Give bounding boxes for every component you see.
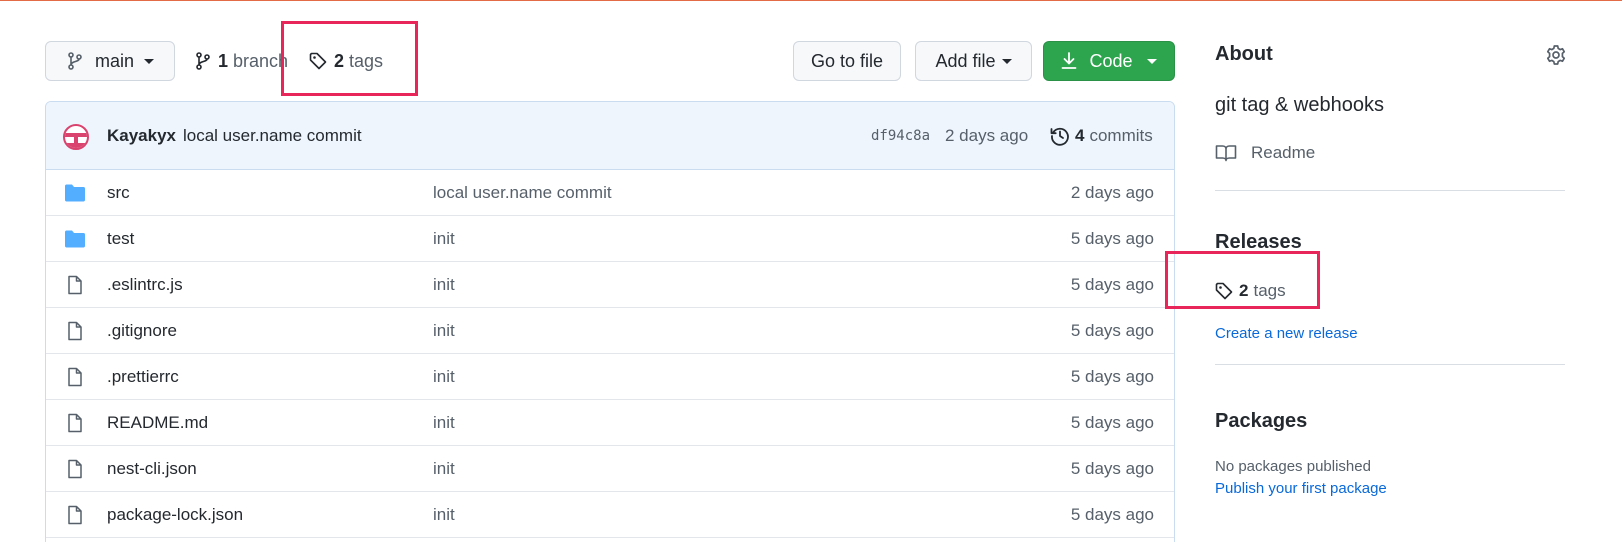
branches-link[interactable]: 1 branch — [195, 41, 288, 81]
commits-label: commits — [1089, 125, 1153, 145]
git-branch-icon — [68, 52, 82, 70]
file-icon — [68, 367, 82, 387]
commit-message[interactable]: local user.name commit — [183, 126, 362, 146]
table-row[interactable]: .gitignore init 5 days ago — [46, 308, 1174, 354]
file-commit-message[interactable]: init — [433, 413, 455, 433]
commit-author[interactable]: Kayakyx — [107, 126, 176, 146]
file-commit-message[interactable]: init — [433, 321, 455, 341]
history-icon — [1050, 127, 1069, 146]
commits-link[interactable]: 4 commits — [1050, 126, 1153, 146]
table-row[interactable]: package-lock.json init 5 days ago — [46, 492, 1174, 538]
table-row[interactable]: .prettierrc init 5 days ago — [46, 354, 1174, 400]
sidebar-divider — [1215, 190, 1565, 191]
publish-package-link[interactable]: Publish your first package — [1215, 480, 1387, 497]
create-release-link[interactable]: Create a new release — [1215, 325, 1358, 342]
code-button[interactable]: Code — [1043, 41, 1175, 81]
file-commit-message[interactable]: init — [433, 459, 455, 479]
file-icon — [68, 275, 82, 295]
file-age: 5 days ago — [1070, 458, 1154, 478]
sidebar-divider — [1215, 364, 1565, 365]
no-packages-text: No packages published — [1215, 458, 1371, 475]
file-name[interactable]: .gitignore — [107, 321, 177, 341]
file-icon — [68, 459, 82, 479]
commit-sha[interactable]: df94c8a — [871, 128, 930, 144]
git-branch-icon — [196, 52, 210, 70]
code-label: Code — [1089, 50, 1133, 71]
file-commit-message[interactable]: init — [433, 505, 455, 525]
file-icon — [68, 413, 82, 433]
branch-name: main — [95, 50, 135, 71]
latest-commit-bar: Kayakyx local user.name commit df94c8a 2… — [46, 102, 1174, 170]
repo-toolbar: main 1 branch 2 tags Go to file Add file… — [45, 41, 1175, 81]
file-name[interactable]: test — [107, 229, 134, 249]
download-icon — [1062, 52, 1077, 69]
packages-heading[interactable]: Packages — [1215, 410, 1307, 433]
table-row[interactable]: test init 5 days ago — [46, 216, 1174, 262]
file-commit-message[interactable]: init — [433, 229, 455, 249]
folder-icon — [65, 230, 85, 248]
highlight-box-releases-tags — [1165, 251, 1320, 309]
file-name[interactable]: README.md — [107, 413, 208, 433]
go-to-file-label: Go to file — [810, 50, 884, 71]
go-to-file-button[interactable]: Go to file — [793, 41, 901, 81]
file-age: 5 days ago — [1070, 504, 1154, 524]
file-commit-message[interactable]: init — [433, 275, 455, 295]
file-commit-message[interactable]: local user.name commit — [433, 183, 612, 203]
about-description: git tag & webhooks — [1215, 94, 1384, 116]
table-row[interactable]: README.md init 5 days ago — [46, 400, 1174, 446]
file-name[interactable]: .prettierrc — [107, 367, 179, 387]
file-commit-message[interactable]: init — [433, 367, 455, 387]
add-file-label: Add file — [935, 50, 996, 71]
file-name[interactable]: nest-cli.json — [107, 459, 197, 479]
chevron-down-icon — [1146, 58, 1157, 64]
file-age: 5 days ago — [1070, 320, 1154, 340]
table-row[interactable]: .eslintrc.js init 5 days ago — [46, 262, 1174, 308]
highlight-box-tags — [281, 21, 418, 96]
about-heading: About — [1215, 43, 1273, 65]
file-age: 2 days ago — [1070, 182, 1154, 202]
file-list: Kayakyx local user.name commit df94c8a 2… — [45, 101, 1175, 542]
file-icon — [68, 321, 82, 341]
add-file-button[interactable]: Add file — [915, 41, 1032, 81]
chevron-down-icon — [1001, 58, 1012, 64]
folder-icon — [65, 184, 85, 202]
file-name[interactable]: src — [107, 183, 130, 203]
readme-link[interactable]: Readme — [1215, 143, 1315, 163]
branch-select-button[interactable]: main — [45, 41, 175, 81]
table-row[interactable]: src local user.name commit 2 days ago — [46, 170, 1174, 216]
avatar[interactable] — [63, 124, 89, 150]
file-age: 5 days ago — [1070, 228, 1154, 248]
file-name[interactable]: .eslintrc.js — [107, 275, 183, 295]
file-age: 5 days ago — [1070, 412, 1154, 432]
branch-label: branch — [233, 50, 289, 71]
readme-label: Readme — [1251, 143, 1316, 162]
top-accent-line — [0, 0, 1622, 1]
file-age: 5 days ago — [1070, 366, 1154, 386]
commit-age: 2 days ago — [945, 125, 1029, 145]
book-icon — [1215, 145, 1237, 162]
table-row[interactable]: nest-cli.json init 5 days ago — [46, 446, 1174, 492]
file-name[interactable]: package-lock.json — [107, 505, 243, 525]
branch-count: 1 — [218, 50, 229, 71]
file-icon — [68, 505, 82, 525]
file-age: 5 days ago — [1070, 274, 1154, 294]
chevron-down-icon — [144, 58, 155, 64]
commit-count: 4 — [1075, 125, 1085, 145]
gear-icon[interactable] — [1545, 44, 1567, 66]
